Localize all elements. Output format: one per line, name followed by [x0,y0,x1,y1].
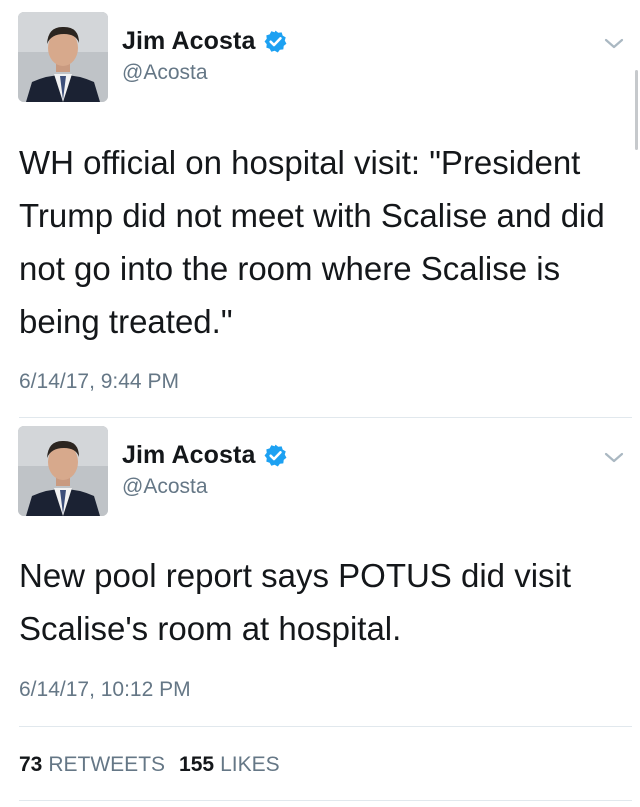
tweet-text: New pool report says POTUS did visit Sca… [19,557,572,647]
likes-count[interactable]: 155 [179,753,214,777]
profile-photo [18,426,108,516]
handle[interactable]: @Acosta [122,475,208,499]
chevron-down-icon[interactable] [603,37,625,51]
display-name[interactable]: Jim Acosta [122,27,255,56]
verified-badge-icon [265,30,287,53]
author-name-row[interactable]: Jim Acosta [122,441,288,470]
avatar[interactable] [18,12,108,102]
author-name-row[interactable]: Jim Acosta [122,27,288,56]
verified-badge-icon [265,444,287,467]
likes-label[interactable]: LIKES [220,753,280,777]
profile-photo [18,12,108,102]
scrollbar[interactable] [635,70,638,150]
divider [19,726,632,727]
display-name[interactable]: Jim Acosta [122,441,255,470]
timestamp[interactable]: 6/14/17, 9:44 PM [19,370,179,394]
chevron-down-icon[interactable] [603,451,625,465]
retweets-count[interactable]: 73 [19,753,42,777]
avatar[interactable] [18,426,108,516]
tweet-text: WH official on hospital visit: "Presiden… [19,144,605,340]
retweets-label[interactable]: RETWEETS [48,753,165,777]
divider [19,800,632,801]
engagement-stats: 73 RETWEETS 155 LIKES [19,753,280,777]
handle[interactable]: @Acosta [122,61,208,85]
timestamp[interactable]: 6/14/17, 10:12 PM [19,678,191,702]
divider [19,417,632,418]
